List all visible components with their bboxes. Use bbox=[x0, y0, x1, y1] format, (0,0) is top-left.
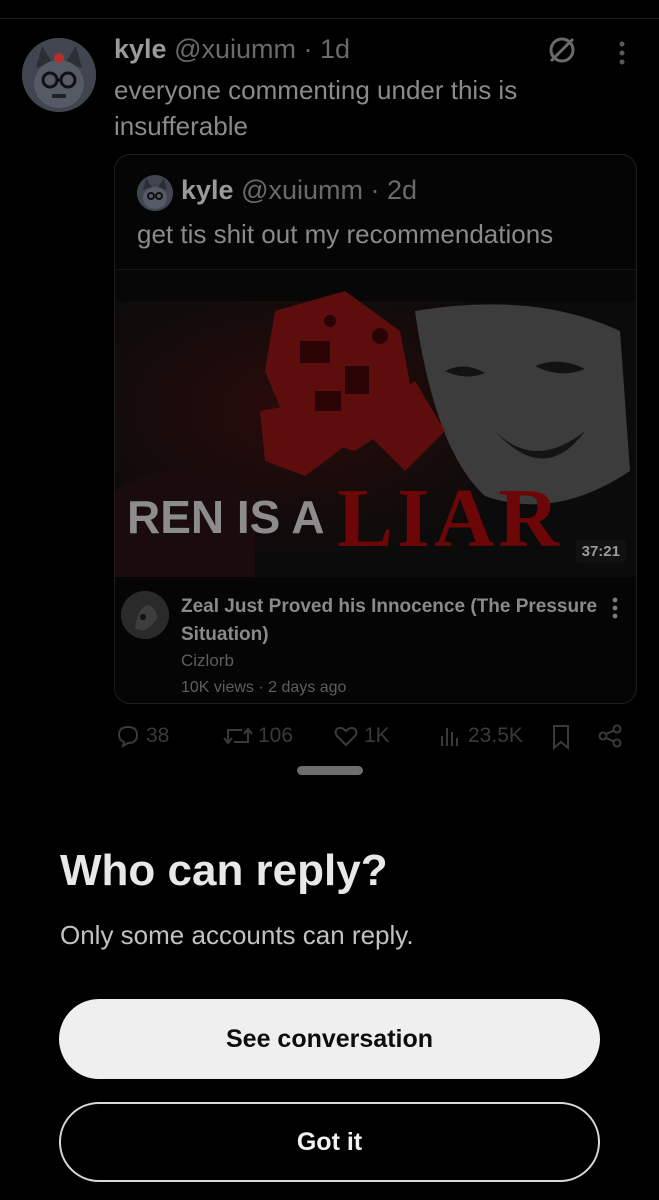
video-thumbnail[interactable]: REN IS A LIAR 37:21 bbox=[115, 271, 636, 577]
see-conversation-button[interactable]: See conversation bbox=[59, 999, 600, 1079]
share-icon bbox=[598, 724, 622, 748]
video-duration: 37:21 bbox=[575, 540, 626, 563]
quoted-tweet-card[interactable]: kyle @xuiumm · 2d get tis shit out my re… bbox=[114, 154, 637, 704]
tweet-header: kyle @xuiumm · 1d bbox=[114, 34, 350, 65]
author-name[interactable]: kyle bbox=[114, 34, 167, 64]
separator-dot: · bbox=[370, 175, 380, 205]
quoted-tweet-time: 2d bbox=[387, 175, 418, 205]
thumbnail-text-right: LIAR bbox=[337, 472, 563, 565]
repost-count: 106 bbox=[258, 724, 294, 747]
video-meta: 10K views · 2 days ago bbox=[181, 679, 347, 696]
sheet-title: Who can reply? bbox=[60, 846, 388, 895]
like-action[interactable]: 1K bbox=[332, 722, 390, 750]
got-it-button[interactable]: Got it bbox=[59, 1102, 600, 1182]
repost-icon bbox=[223, 727, 253, 745]
views-action[interactable]: 23.5K bbox=[436, 722, 523, 750]
quoted-tweet-text: get tis shit out my recommendations bbox=[137, 219, 554, 249]
repost-action[interactable]: 106 bbox=[222, 722, 293, 750]
divider bbox=[0, 18, 659, 19]
reply-count: 38 bbox=[146, 724, 170, 747]
like-count: 1K bbox=[364, 724, 390, 747]
channel-avatar bbox=[121, 591, 169, 639]
no-reply-icon[interactable] bbox=[546, 34, 578, 66]
quoted-author-handle: @xuiumm bbox=[241, 175, 363, 205]
bookmark-action[interactable] bbox=[548, 722, 574, 752]
reply-icon bbox=[117, 725, 139, 749]
more-options-icon[interactable] bbox=[612, 38, 632, 68]
who-can-reply-sheet: Who can reply? Only some accounts can re… bbox=[0, 766, 659, 1200]
quoted-author-avatar bbox=[137, 175, 173, 211]
thumbnail-text-left: REN IS A bbox=[127, 491, 325, 543]
tweet-text: everyone commenting under this is insuff… bbox=[114, 75, 518, 141]
share-action[interactable] bbox=[596, 722, 624, 750]
video-channel: Cizlorb bbox=[181, 651, 234, 670]
tweet-background: kyle @xuiumm · 1d everyone commenting un… bbox=[0, 0, 659, 770]
separator-dot: · bbox=[303, 34, 313, 64]
bookmark-icon bbox=[553, 725, 569, 751]
author-avatar[interactable] bbox=[22, 38, 96, 112]
view-count: 23.5K bbox=[468, 724, 523, 747]
reply-action[interactable]: 38 bbox=[114, 722, 169, 750]
tweet-actions: 38 106 1K 23.5K bbox=[114, 722, 634, 754]
video-title: Zeal Just Proved his Innocence (The Pres… bbox=[181, 596, 598, 645]
views-icon bbox=[441, 728, 458, 746]
sheet-subtitle: Only some accounts can reply. bbox=[60, 920, 414, 950]
divider bbox=[115, 269, 636, 270]
author-handle: @xuiumm bbox=[174, 34, 296, 64]
quoted-author-name: kyle bbox=[181, 175, 234, 205]
quoted-tweet-header: kyle @xuiumm · 2d bbox=[181, 175, 417, 206]
heart-icon bbox=[334, 726, 358, 747]
tweet-time[interactable]: 1d bbox=[320, 34, 350, 64]
sheet-grabber[interactable] bbox=[297, 766, 363, 775]
video-more-icon[interactable] bbox=[609, 595, 621, 621]
